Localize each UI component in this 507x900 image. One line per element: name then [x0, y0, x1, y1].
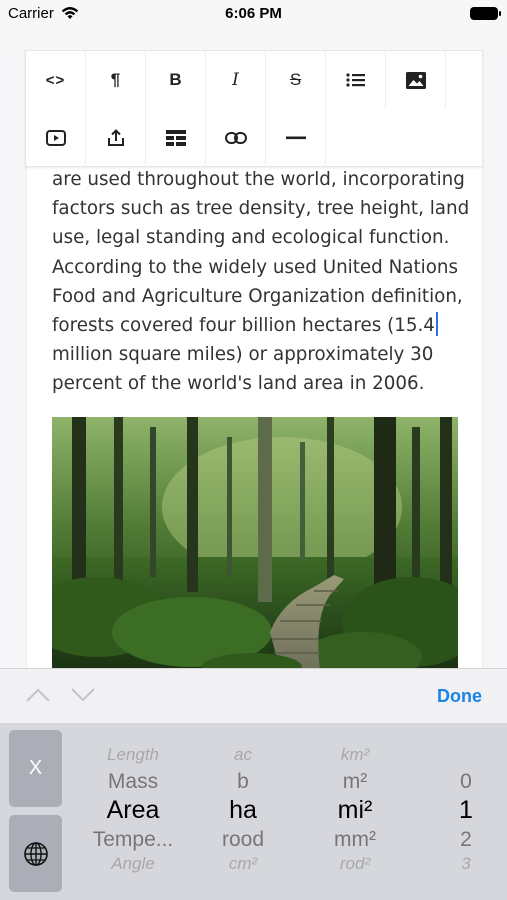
picker-column-precision[interactable]: 0 1 2 3 — [430, 723, 502, 900]
editor-text[interactable]: are used throughout the world, incorpora… — [52, 165, 470, 399]
link-icon — [224, 132, 247, 144]
forest-boardwalk-photo — [52, 417, 458, 670]
chevron-down-icon[interactable] — [70, 687, 96, 703]
text-line: factors such as tree density, tree heigh… — [52, 198, 470, 220]
picker-option-selected[interactable]: 1 — [430, 796, 502, 825]
code-icon: <> — [45, 71, 66, 89]
text-line-with-cursor: forests covered four billion hectares (1… — [52, 311, 462, 340]
input-accessory-bar: Done — [0, 668, 507, 723]
share-icon — [107, 129, 124, 146]
picker-column-to-unit[interactable]: km² m² mi² mm² rod² — [300, 723, 410, 900]
screen: Carrier 6:06 PM are used throughout the … — [0, 0, 507, 900]
share-button[interactable] — [86, 109, 146, 167]
done-button[interactable]: Done — [437, 686, 482, 707]
picker-column-quantity[interactable]: Length Mass Area Tempe... Angle — [70, 723, 196, 900]
picker-option[interactable]: rod² — [300, 854, 410, 874]
forest-image[interactable] — [52, 417, 458, 670]
horizontal-rule-icon — [285, 136, 306, 140]
bold-icon: B — [169, 70, 182, 89]
picker-option[interactable]: Tempe... — [70, 828, 196, 852]
picker-option[interactable]: cm² — [196, 854, 290, 874]
picker-option[interactable]: m² — [300, 770, 410, 794]
table-icon — [165, 130, 186, 146]
insert-link-button[interactable] — [206, 109, 266, 167]
picker-column-from-unit[interactable]: ac b ha rood cm² — [196, 723, 290, 900]
bold-button[interactable]: B — [146, 51, 206, 109]
insert-image-button[interactable] — [386, 51, 446, 109]
text-line: are used throughout the world, incorpora… — [52, 169, 465, 190]
image-icon — [405, 71, 426, 89]
clock: 6:06 PM — [225, 5, 282, 22]
text-line: percent of the world's land area in 2006… — [52, 373, 425, 395]
text-line: forests covered four billion hectares (1… — [52, 315, 435, 337]
close-key[interactable]: X — [9, 730, 62, 807]
code-button[interactable]: <> — [26, 51, 86, 109]
picker-option[interactable]: rood — [196, 828, 290, 852]
nav-bar — [0, 28, 507, 50]
picker-option-selected[interactable]: ha — [196, 796, 290, 825]
picker-option[interactable]: Angle — [70, 854, 196, 874]
battery-icon — [470, 7, 501, 20]
italic-icon: I — [232, 70, 239, 90]
insert-table-button[interactable] — [146, 109, 206, 167]
video-icon — [45, 130, 66, 146]
picker-option[interactable]: Mass — [70, 770, 196, 794]
status-bar: Carrier 6:06 PM — [0, 0, 507, 28]
strikethrough-icon: S — [289, 70, 302, 89]
chevron-up-icon[interactable] — [25, 687, 51, 703]
text-line: million square miles) or approximately 3… — [52, 344, 434, 366]
paragraph-icon: ¶ — [110, 70, 121, 89]
paragraph-button[interactable]: ¶ — [86, 51, 146, 109]
horizontal-rule-button[interactable] — [266, 109, 326, 167]
picker-option[interactable]: 2 — [430, 828, 502, 852]
picker-option-selected[interactable]: Area — [70, 796, 196, 825]
picker-option[interactable]: km² — [300, 745, 410, 765]
text-line: According to the widely used United Nati… — [52, 256, 458, 278]
picker-option-selected[interactable]: mi² — [300, 796, 410, 825]
globe-icon — [23, 841, 48, 866]
picker-option[interactable]: b — [196, 770, 290, 794]
italic-button[interactable]: I — [206, 51, 266, 109]
text-line: use, legal standing and ecological funct… — [52, 227, 450, 249]
picker-option[interactable]: 3 — [430, 854, 502, 874]
unit-picker-keyboard: X Length Mass Area Tempe... Angle ac b h… — [0, 723, 507, 900]
formatting-toolbar: <> ¶ B I S — [25, 50, 483, 167]
insert-video-button[interactable] — [26, 109, 86, 167]
text-line: Food and Agriculture Organization defini… — [52, 285, 463, 307]
picker-option[interactable]: 0 — [430, 770, 502, 794]
picker-option[interactable]: Length — [70, 745, 196, 765]
text-cursor — [435, 312, 438, 337]
list-icon — [345, 73, 365, 87]
close-key-label: X — [28, 757, 43, 779]
globe-key[interactable] — [9, 815, 62, 892]
list-button[interactable] — [326, 51, 386, 109]
strikethrough-button[interactable]: S — [266, 51, 326, 109]
picker-option[interactable]: mm² — [300, 828, 410, 852]
picker-option[interactable]: ac — [196, 745, 290, 765]
